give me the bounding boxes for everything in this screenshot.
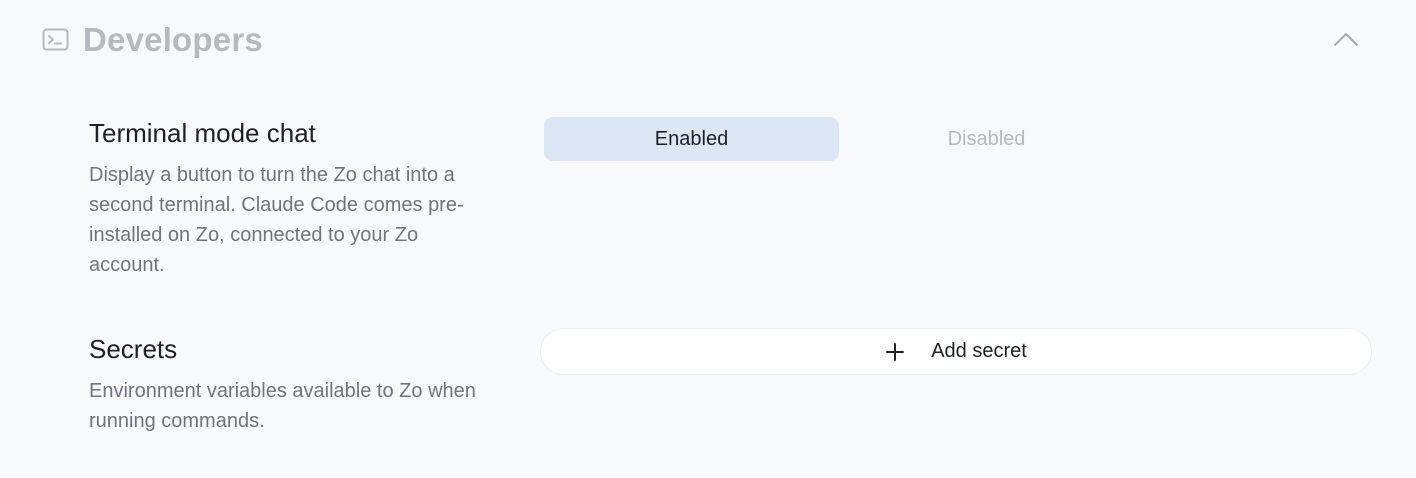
terminal-mode-title: Terminal mode chat: [89, 118, 316, 148]
disabled-option[interactable]: Disabled: [839, 117, 1134, 161]
terminal-mode-toggle: Enabled Disabled: [544, 117, 1134, 161]
add-secret-button[interactable]: Add secret: [540, 328, 1372, 375]
secrets-title: Secrets: [89, 334, 178, 364]
terminal-mode-description: Display a button to turn the Zo chat int…: [89, 164, 464, 276]
developers-settings-page: Developers Terminal mode chat Display a …: [0, 0, 1416, 478]
section-title: Developers: [83, 21, 263, 58]
enabled-option[interactable]: Enabled: [544, 117, 839, 161]
section-header: Developers: [0, 0, 1416, 82]
plus-icon: [885, 342, 905, 362]
collapse-button[interactable]: [1330, 26, 1362, 54]
terminal-icon: [42, 28, 70, 52]
chevron-up-icon: [1330, 33, 1362, 58]
add-secret-label: Add secret: [931, 340, 1027, 362]
secrets-description: Environment variables available to Zo wh…: [89, 380, 476, 432]
